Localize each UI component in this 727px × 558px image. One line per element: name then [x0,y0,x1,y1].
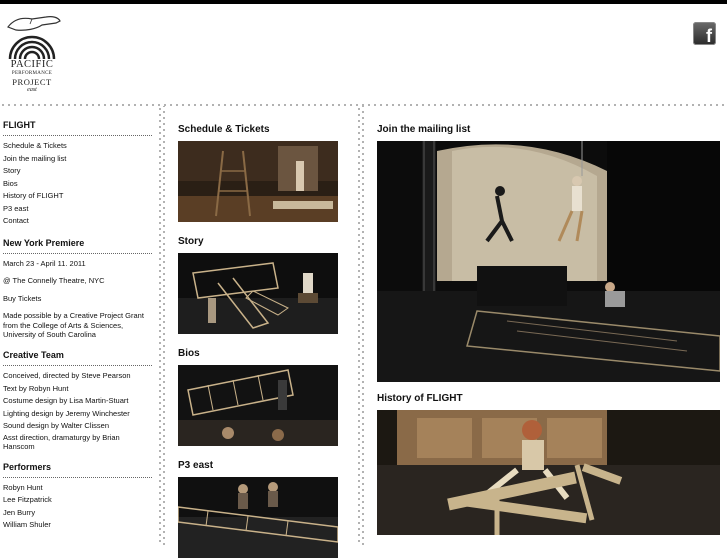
list-item: Text by Robyn Hunt [3,383,69,393]
column-divider-right [357,106,365,545]
list-item: Jen Burry [3,507,36,517]
sidebar-title-creative: Creative Team [3,350,152,367]
column-divider-left [158,106,166,545]
arch-icon [8,35,56,60]
section-heading-mailing-list[interactable]: Join the mailing list [377,124,720,135]
section-heading-bios[interactable]: Bios [178,348,338,359]
flight-nav: Schedule & Tickets Join the mailing list… [3,140,152,228]
sidebar: FLIGHT Schedule & Tickets Join the maili… [3,120,152,532]
logo-text-east: east [27,87,37,93]
list-item: Robyn Hunt [3,482,43,492]
p3-east-photo[interactable] [178,477,338,558]
nav-link-schedule[interactable]: Schedule & Tickets [3,140,152,153]
list-item: Costume design by Lisa Martin-Stuart [3,396,129,406]
logo-text-performance: PERFORMANCE [11,71,53,76]
premiere-venue: @ The Connelly Theatre, NYC [3,276,105,286]
right-column: Join the mailing list History of FLIGHT [377,124,720,535]
facebook-icon[interactable]: f [693,22,716,46]
sidebar-title-performers: Performers [3,462,152,478]
nav-link-contact[interactable]: Contact [3,215,152,228]
section-heading-story[interactable]: Story [178,236,338,247]
story-photo[interactable] [178,253,338,334]
top-bar [0,0,727,4]
premiere-dates: March 23 - April 11. 2011 [3,258,86,268]
schedule-photo[interactable] [178,141,338,222]
list-item: Sound design by Walter Clissen [3,421,110,431]
nav-link-mailing-list[interactable]: Join the mailing list [3,153,152,166]
creative-team-list: Conceived, directed by Steve Pearson Tex… [3,370,152,452]
sidebar-title-premiere: New York Premiere [3,238,152,254]
nav-link-story[interactable]: Story [3,165,152,178]
list-item: Lee Fitzpatrick [3,495,52,505]
buy-tickets-link[interactable]: Buy Tickets [3,294,152,304]
list-item: Asst direction, dramaturgy by Brian Hans… [3,432,120,452]
list-item: Lighting design by Jeremy Winchester [3,408,130,418]
grant-text: Made possible by a Creative Project Gran… [3,311,144,340]
hand-icon [7,16,61,31]
sidebar-title-flight: FLIGHT [3,120,152,136]
facebook-letter: f [706,26,712,46]
section-heading-p3-east[interactable]: P3 east [178,460,338,471]
section-heading-schedule[interactable]: Schedule & Tickets [178,124,338,135]
nav-link-p3-east[interactable]: P3 east [3,203,152,216]
bios-photo[interactable] [178,365,338,446]
performers-list: Robyn Hunt Lee Fitzpatrick Jen Burry Wil… [3,482,152,532]
pacific-performance-project-logo[interactable]: PACIFIC PERFORMANCE PROJECT east [6,13,61,93]
mailing-list-photo[interactable] [377,141,720,382]
list-item: William Shuler [3,520,51,530]
middle-column: Schedule & Tickets Story Bios P3 east [178,124,338,558]
logo-text-pacific: PACIFIC [10,59,54,70]
nav-link-bios[interactable]: Bios [3,178,152,191]
nav-link-history[interactable]: History of FLIGHT [3,190,152,203]
history-photo[interactable] [377,410,720,535]
list-item: Conceived, directed by Steve Pearson [3,371,131,381]
section-heading-history[interactable]: History of FLIGHT [377,393,720,404]
logo-text-project: PROJECT [12,77,52,87]
